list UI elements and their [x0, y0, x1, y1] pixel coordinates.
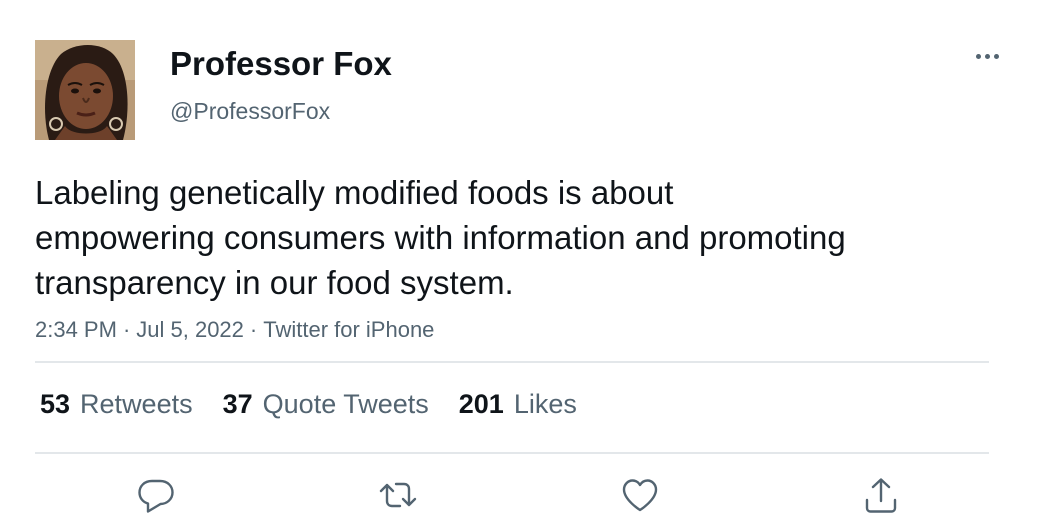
divider: [35, 452, 989, 454]
author-display-name[interactable]: Professor Fox: [170, 44, 392, 84]
retweets-label: Retweets: [80, 389, 193, 419]
divider: [35, 361, 989, 363]
retweets-count: 53: [40, 389, 71, 419]
like-button[interactable]: [618, 473, 662, 517]
quote-tweets-stat[interactable]: 37 Quote Tweets: [223, 386, 429, 422]
quote-tweets-label: Quote Tweets: [262, 389, 429, 419]
reply-icon: [138, 479, 174, 513]
retweet-icon: [379, 482, 417, 508]
retweets-stat[interactable]: 53 Retweets: [40, 386, 193, 422]
share-button[interactable]: [859, 473, 903, 517]
meta-separator: ·: [122, 317, 131, 342]
tweet-text-line: transparency in our food system.: [35, 264, 514, 301]
profile-photo-icon: [35, 40, 135, 140]
more-dot: [994, 54, 999, 59]
meta-separator: ·: [249, 317, 258, 342]
tweet-card: Professor Fox @ProfessorFox Labeling gen…: [0, 0, 1050, 525]
likes-label: Likes: [513, 389, 577, 419]
share-icon: [865, 478, 897, 513]
tweet-text-line: Labeling genetically modified foods is a…: [35, 174, 674, 211]
tweet-source[interactable]: Twitter for iPhone: [263, 317, 434, 342]
likes-count: 201: [458, 389, 504, 419]
tweet-text-line: empowering consumers with information an…: [35, 219, 846, 256]
tweet-time[interactable]: 2:34 PM: [35, 317, 117, 342]
avatar[interactable]: [35, 40, 135, 140]
more-dot: [985, 54, 990, 59]
tweet-text: Labeling genetically modified foods is a…: [35, 170, 955, 305]
quote-tweets-count: 37: [222, 389, 253, 419]
reply-button[interactable]: [134, 473, 178, 517]
more-dot: [976, 54, 981, 59]
heart-icon: [622, 479, 658, 512]
engagement-stats: 53 Retweets 37 Quote Tweets 201 Likes: [40, 386, 607, 422]
likes-stat[interactable]: 201 Likes: [459, 386, 577, 422]
retweet-button[interactable]: [376, 473, 420, 517]
tweet-date[interactable]: Jul 5, 2022: [136, 317, 244, 342]
tweet-metadata: 2:34 PM · Jul 5, 2022 · Twitter for iPhone: [35, 315, 434, 345]
author-handle[interactable]: @ProfessorFox: [170, 96, 330, 126]
more-icon[interactable]: [968, 40, 1008, 72]
